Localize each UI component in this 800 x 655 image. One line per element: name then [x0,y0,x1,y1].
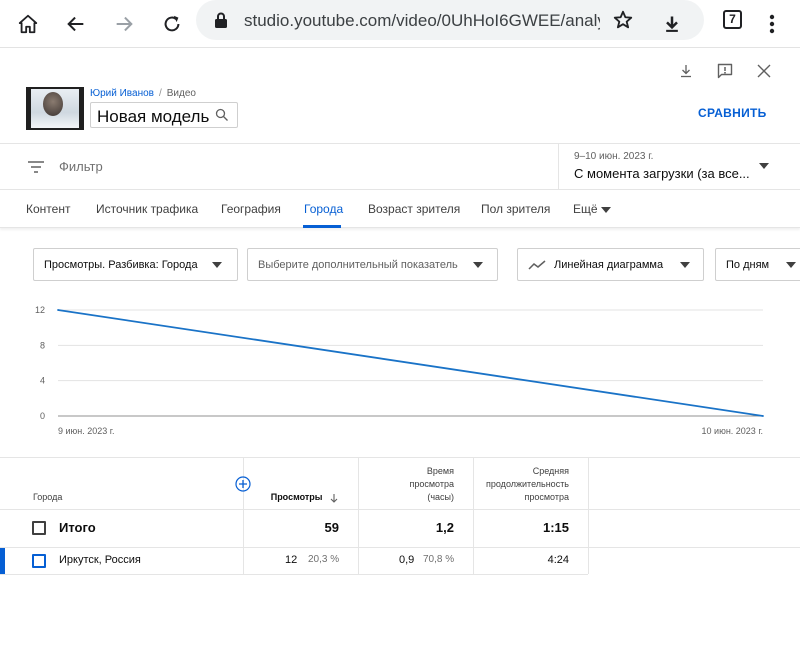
total-watch-time: 1,2 [435,520,454,535]
y-tick-label: 4 [40,376,45,386]
breadcrumb-section: Видео [166,88,196,99]
filter-bar: Фильтр 9–10 июн. 2023 г. С момента загру… [0,143,800,190]
total-label: Итого [59,520,96,535]
column-header-avg-duration[interactable]: Средняя продолжительность просмотра [474,465,569,504]
line-chart-icon [528,260,546,270]
header-line: Средняя [532,466,569,476]
column-header-cities[interactable]: Города [33,491,62,504]
total-checkbox[interactable] [32,521,46,535]
granularity-value: По дням [726,259,770,271]
url-bar[interactable]: studio.youtube.com/video/0UhHoI6GWEE/ana… [196,0,704,40]
feedback-icon[interactable] [714,60,736,82]
y-tick-label: 12 [35,305,45,315]
download-icon[interactable] [656,8,688,40]
home-icon[interactable] [12,8,44,40]
tab-cities[interactable]: Города [304,202,343,216]
active-tab-indicator [303,225,341,228]
breadcrumb-separator: / [158,88,162,99]
y-tick-label: 8 [40,340,45,350]
tab-viewer-gender[interactable]: Пол зрителя [481,202,550,216]
header-line: просмотра [409,479,454,489]
tab-more[interactable]: Ещё [573,202,611,216]
granularity-select[interactable]: По дням [715,248,800,281]
secondary-metric-select[interactable]: Выберите дополнительный показатель [247,248,498,281]
y-tick-label: 0 [40,411,45,421]
data-point [57,309,59,311]
date-range-selector[interactable]: 9–10 июн. 2023 г. С момента загрузки (за… [558,144,800,190]
chevron-down-icon [759,163,769,169]
reload-icon[interactable] [156,8,188,40]
search-icon [215,108,228,121]
data-point [762,415,764,417]
tab-content[interactable]: Контент [26,202,70,216]
row-watch-time: 0,9 [399,554,415,566]
date-period-text: С момента загрузки (за все... [574,166,750,181]
lock-icon [215,12,227,28]
compare-button[interactable]: СРАВНИТЬ [698,106,767,120]
breadcrumb: Юрий Иванов / Видео [90,88,196,99]
video-title-selector[interactable]: Новая модель [90,102,238,128]
chart-type-select[interactable]: Линейная диаграмма [517,248,704,281]
star-icon[interactable] [612,9,634,31]
page-title: Новая модель [97,107,210,126]
header-divider [0,509,800,510]
chevron-down-icon [680,262,690,268]
tab-viewer-age[interactable]: Возраст зрителя [368,202,460,216]
tab-more-label: Ещё [573,202,598,216]
row-views-percent: 20,3 % [308,554,340,565]
series-line [57,309,764,417]
row-watch-time-percent: 70,8 % [423,554,455,565]
header-line: (часы) [427,492,454,502]
sort-down-icon [330,493,338,503]
header-line: просмотра [524,492,569,502]
close-icon[interactable] [753,60,775,82]
total-divider [0,547,800,548]
chevron-down-icon [786,262,796,268]
download-icon[interactable] [675,60,697,82]
metric-select[interactable]: Просмотры. Разбивка: Города [33,248,238,281]
column-divider [588,457,589,574]
back-icon[interactable] [60,8,92,40]
chart-type-value: Линейная диаграмма [554,259,664,271]
x-tick-label: 10 июн. 2023 г. [702,426,763,436]
chevron-down-icon [212,262,222,268]
row-views: 12 [285,554,298,566]
row-divider [0,574,588,575]
metric-select-value: Просмотры. Разбивка: Города [44,259,198,271]
filter-input[interactable]: Фильтр [59,159,103,174]
tab-bar: Контент Источник трафика География Город… [0,190,800,228]
table-top-border [0,457,800,458]
header-line: продолжительность [486,479,569,489]
row-checkbox[interactable] [32,554,46,568]
add-column-icon[interactable] [235,476,251,492]
chevron-down-icon [600,206,611,213]
row-selection-marker [0,548,5,574]
total-views: 59 [324,520,339,535]
header-line: Время [426,466,454,476]
tab-geography[interactable]: География [221,202,281,216]
date-range-text: 9–10 июн. 2023 г. [574,151,654,162]
filter-icon[interactable] [28,161,44,173]
row-avg-duration: 4:24 [547,554,569,566]
video-thumbnail[interactable] [26,87,84,130]
city-name: Иркутск, Россия [59,554,141,566]
browser-toolbar: studio.youtube.com/video/0UhHoI6GWEE/ana… [0,0,800,48]
more-vert-icon[interactable] [756,8,788,40]
url-text: studio.youtube.com/video/0UhHoI6GWEE/ana… [244,11,600,30]
column-divider [243,457,244,574]
breadcrumb-channel-link[interactable]: Юрий Иванов [90,88,154,99]
chevron-down-icon [473,262,483,268]
tabs-icon[interactable]: 7 [723,10,742,29]
column-header-views-label: Просмотры [270,492,323,502]
forward-icon[interactable] [108,8,140,40]
column-header-watch-time[interactable]: Время просмотра (часы) [359,465,454,504]
x-tick-label: 9 июн. 2023 г. [58,426,114,436]
secondary-metric-placeholder: Выберите дополнительный показатель [258,259,458,271]
tab-traffic-source[interactable]: Источник трафика [96,202,198,216]
column-header-views[interactable]: Просмотры [244,491,339,504]
total-avg-duration: 1:15 [542,520,569,535]
views-line-chart: 12 8 4 0 9 июн. 2023 г. 10 июн. 2023 г. [35,305,764,436]
